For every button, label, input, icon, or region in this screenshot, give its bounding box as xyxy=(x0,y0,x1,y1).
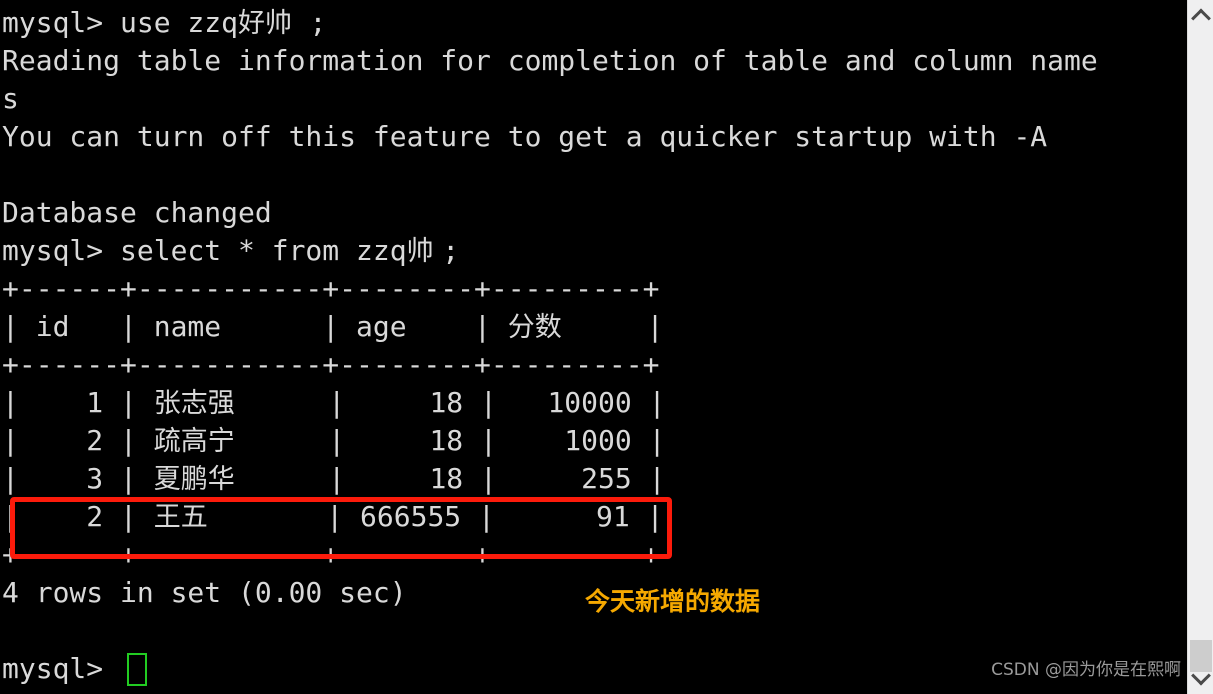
cjk-text: 帅 xyxy=(406,236,434,267)
terminal-line: Database changed xyxy=(2,194,272,232)
ascii-text: mysql> xyxy=(2,652,121,685)
cjk-text: 张志强 xyxy=(153,388,235,419)
ascii-text: | 2 | xyxy=(2,424,154,457)
ascii-text: | 1 | xyxy=(2,386,154,419)
chevron-down-icon[interactable] xyxy=(1188,664,1213,690)
cjk-text: 分数 xyxy=(507,312,562,343)
terminal-window: mysql> use zzq好帅; Reading table informati… xyxy=(0,0,1213,694)
terminal-line: | 2 | 疏高宁 | 18 | 1000 | xyxy=(2,422,665,460)
annotation-note: 今天新增的数据 xyxy=(585,587,761,616)
terminal-line: +------+-----------+--------+---------+ xyxy=(2,346,659,384)
ascii-text: ; xyxy=(309,6,327,39)
ascii-text: You can turn off this feature to get a q… xyxy=(2,120,1048,153)
ascii-text: | 666555 | 91 | xyxy=(225,500,664,533)
cjk-text: 王五 xyxy=(153,502,208,533)
terminal-line: | 1 | 张志强 | 18 | 10000 | xyxy=(2,384,665,422)
terminal-cursor xyxy=(127,653,148,686)
ascii-text: | xyxy=(579,310,664,343)
ascii-text: +------+-----------+--------+---------+ xyxy=(2,272,660,305)
ascii-text: ; xyxy=(442,234,460,267)
ascii-text: | 2 | xyxy=(2,500,154,533)
ascii-text: Database changed xyxy=(2,196,272,229)
ascii-text: | 3 | xyxy=(2,462,154,495)
terminal-line: +------+-----------+--------+---------+ xyxy=(2,270,659,308)
terminal-line: | 3 | 夏鹏华 | 18 | 255 | xyxy=(2,460,665,498)
terminal-line: | id | name | age | 分数 | xyxy=(2,308,663,346)
chevron-up-icon[interactable] xyxy=(1188,4,1213,30)
ascii-text: +------+-----------+--------+---------+ xyxy=(2,538,660,571)
ascii-text: | id | name | age | xyxy=(2,310,508,343)
terminal-line: mysql> xyxy=(2,650,120,688)
vertical-scrollbar[interactable] xyxy=(1187,0,1213,694)
terminal-line: +------+-----------+--------+---------+ xyxy=(2,536,659,574)
ascii-text: | 18 | 255 | xyxy=(260,462,666,495)
chevron-up-glyph xyxy=(1191,8,1211,29)
terminal-line: | 2 | 王五 | 666555 | 91 | xyxy=(2,498,663,536)
cjk-text: 疏高宁 xyxy=(153,426,235,457)
terminal-line: You can turn off this feature to get a q… xyxy=(2,118,1047,156)
terminal-line: mysql> select * from zzq帅; xyxy=(2,232,459,270)
ascii-text: mysql> select * from zzq xyxy=(2,234,407,267)
ascii-text: mysql> use zzq xyxy=(2,6,239,39)
chevron-down-glyph xyxy=(1191,665,1211,686)
ascii-text: s xyxy=(2,82,19,115)
cjk-text: 好帅 xyxy=(238,8,293,39)
ascii-text: +------+-----------+--------+---------+ xyxy=(2,348,660,381)
terminal-line: Reading table information for completion… xyxy=(2,42,1098,80)
terminal-line: s xyxy=(2,80,19,118)
ascii-text: | 18 | 1000 | xyxy=(260,424,666,457)
terminal-line: mysql> use zzq好帅; xyxy=(2,4,326,42)
cjk-text: 夏鹏华 xyxy=(153,464,235,495)
csdn-watermark: CSDN @因为你是在熙啊 xyxy=(991,660,1181,680)
ascii-text: | 18 | 10000 | xyxy=(260,386,666,419)
scrollbar-track[interactable] xyxy=(1188,30,1213,664)
terminal-line: 4 rows in set (0.00 sec) xyxy=(2,574,407,612)
ascii-text: Reading table information for completion… xyxy=(2,44,1098,77)
ascii-text: 4 rows in set (0.00 sec) xyxy=(2,576,407,609)
